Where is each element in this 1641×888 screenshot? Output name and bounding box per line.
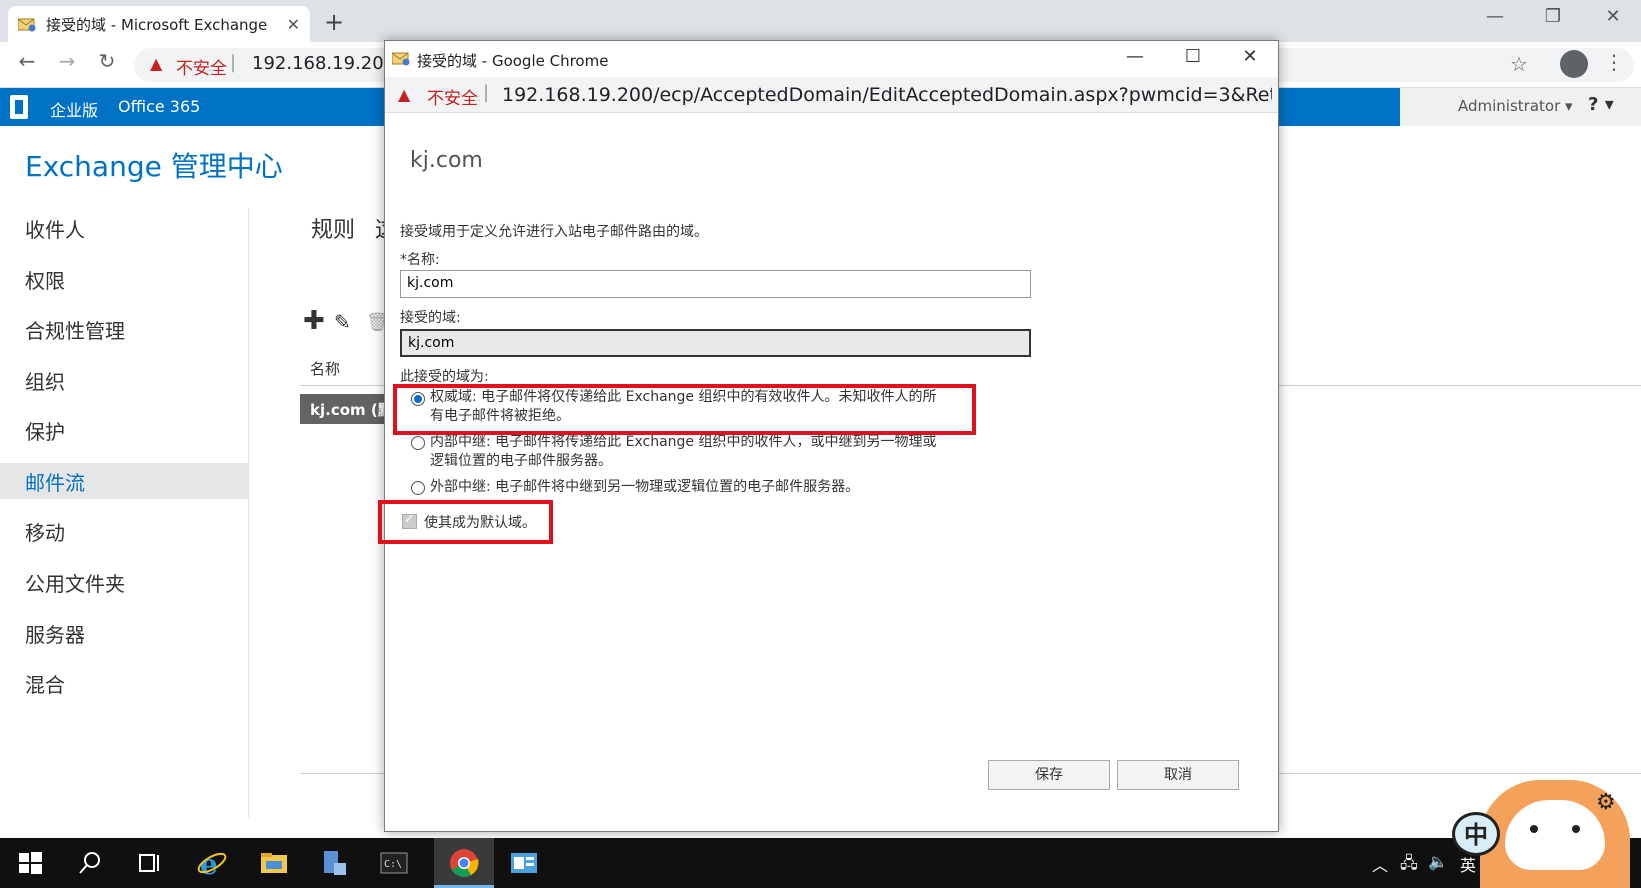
taskbar: [0, 838, 1641, 888]
server-manager-icon[interactable]: [318, 847, 350, 879]
command-prompt-icon[interactable]: C:\: [378, 847, 410, 879]
warning-icon: ▲: [398, 85, 411, 104]
mascot-eye-right: [1572, 825, 1580, 833]
bookmark-star-icon[interactable]: ☆: [1510, 52, 1528, 76]
mascot-eye-left: [1530, 825, 1538, 833]
nav-item-organization[interactable]: 组织: [25, 366, 65, 395]
warning-icon: ▲: [150, 54, 163, 73]
browser-menu-icon[interactable]: ⋮: [1604, 50, 1624, 74]
popup-close-button[interactable]: ✕: [1230, 46, 1270, 67]
nav-item-protection[interactable]: 保护: [25, 416, 65, 445]
dialog-heading: kj.com: [410, 148, 483, 173]
tab-close-icon[interactable]: ✕: [287, 15, 300, 34]
office-logo-icon[interactable]: [10, 95, 28, 119]
popup-minimize-button[interactable]: —: [1115, 46, 1155, 67]
column-header-name[interactable]: 名称: [310, 358, 340, 379]
browser-tab[interactable]: 接受的域 - Microsoft Exchange ✕: [8, 6, 310, 42]
separator: |: [483, 82, 490, 103]
forward-arrow-icon[interactable]: →: [52, 49, 82, 73]
nav-item-hybrid[interactable]: 混合: [25, 669, 65, 698]
nav-item-recipients[interactable]: 收件人: [25, 214, 85, 243]
radio-internal-relay-label-cont[interactable]: 逻辑位置的电子邮件服务器。: [430, 452, 612, 471]
radio-internal-relay-label[interactable]: 内部中继: 电子邮件将传递给此 Exchange 组织中的收件人，或中继到另一物…: [430, 433, 936, 452]
popup-window-title: 接受的域 - Google Chrome: [417, 52, 609, 70]
popup-maximize-button[interactable]: ☐: [1173, 46, 1213, 67]
accepted-domain-field[interactable]: kj.com: [400, 329, 1031, 357]
radio-authoritative[interactable]: [411, 392, 425, 406]
nav-item-compliance[interactable]: 合规性管理: [25, 315, 125, 344]
minimize-button[interactable]: —: [1472, 6, 1518, 27]
nav-divider: [248, 208, 249, 818]
edition-link[interactable]: 企业版: [50, 97, 98, 121]
back-arrow-icon[interactable]: ←: [12, 49, 42, 73]
chrome-icon[interactable]: [448, 847, 480, 879]
restore-button[interactable]: ❐: [1530, 6, 1576, 27]
tab-title: 接受的域 - Microsoft Exchange: [46, 15, 268, 34]
name-label: *名称:: [400, 252, 440, 268]
radio-external-relay[interactable]: [411, 481, 425, 495]
radio-authoritative-label[interactable]: 权威域: 电子邮件将仅传递给此 Exchange 组织中的有效收件人。未知收件人…: [430, 388, 936, 407]
nav-item-mobile[interactable]: 移动: [25, 517, 65, 546]
not-secure-label: 不安全: [427, 89, 478, 109]
exchange-favicon-icon: [18, 18, 36, 32]
tab-rules[interactable]: 规则: [311, 212, 355, 244]
nav-item-servers[interactable]: 服务器: [25, 619, 85, 648]
name-field[interactable]: kj.com: [400, 270, 1031, 298]
user-menu[interactable]: Administrator ▾: [1458, 97, 1573, 115]
page-title: Exchange 管理中心: [25, 150, 283, 183]
nav-item-public-folders[interactable]: 公用文件夹: [25, 568, 125, 597]
default-domain-label[interactable]: 使其成为默认域。: [424, 512, 536, 532]
volume-icon[interactable]: 🔈: [1428, 852, 1448, 871]
exchange-toolbox-icon[interactable]: [508, 847, 540, 879]
settings-gear-icon[interactable]: ⚙: [1596, 790, 1616, 815]
network-icon[interactable]: 🖧: [1400, 852, 1418, 879]
table-row-selected[interactable]: kj.com (默认: [300, 394, 390, 424]
radio-internal-relay[interactable]: [411, 436, 425, 450]
account-avatar-icon[interactable]: [1560, 50, 1588, 78]
close-window-button[interactable]: ✕: [1590, 6, 1636, 27]
help-menu[interactable]: ? ▾: [1588, 94, 1614, 115]
tray-chevron-icon[interactable]: ︿: [1372, 852, 1388, 876]
add-icon[interactable]: ✚: [303, 306, 325, 336]
windows-start-icon[interactable]: [14, 847, 46, 879]
accepted-domain-label: 接受的域:: [400, 310, 461, 326]
radio-external-relay-label[interactable]: 外部中继: 电子邮件将中继到另一物理或逻辑位置的电子邮件服务器。: [430, 478, 859, 497]
edit-pencil-icon[interactable]: ✎: [334, 310, 351, 334]
exchange-favicon-icon: [392, 52, 410, 66]
default-domain-checkbox[interactable]: [402, 512, 417, 529]
mascot-shiba-face: [1505, 800, 1605, 870]
save-button[interactable]: 保存: [988, 760, 1110, 790]
domain-type-label: 此接受的域为:: [400, 369, 489, 385]
search-icon[interactable]: [74, 847, 106, 879]
dialog-description: 接受域用于定义允许进行入站电子邮件路由的域。: [400, 224, 708, 240]
new-tab-button[interactable]: +: [324, 8, 344, 36]
cancel-button[interactable]: 取消: [1117, 760, 1239, 790]
nav-item-mail-flow[interactable]: 邮件流: [25, 467, 85, 496]
url-text: 192.168.19.200/: [252, 53, 402, 74]
ime-mode-badge[interactable]: 中: [1452, 812, 1500, 856]
nav-item-permissions[interactable]: 权限: [25, 265, 65, 294]
file-explorer-icon[interactable]: [258, 847, 290, 879]
office365-link[interactable]: Office 365: [118, 97, 200, 116]
reload-icon[interactable]: ↻: [92, 49, 122, 73]
internet-explorer-icon[interactable]: e: [196, 847, 228, 879]
radio-authoritative-label-cont[interactable]: 有电子邮件将被拒绝。: [430, 407, 570, 426]
task-view-icon[interactable]: [134, 847, 166, 879]
not-secure-label: 不安全: [176, 59, 227, 79]
svg-text:C:\: C:\: [384, 859, 402, 870]
separator: |: [230, 52, 237, 73]
popup-url-text: 192.168.19.200/ecp/AcceptedDomain/EditAc…: [502, 84, 1272, 106]
